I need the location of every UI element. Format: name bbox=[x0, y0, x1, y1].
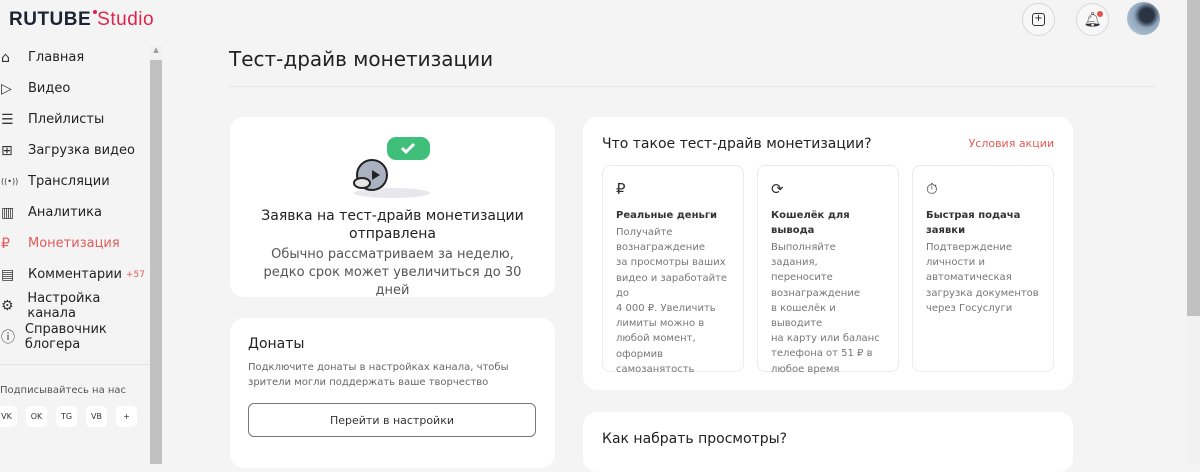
more-icon[interactable]: + bbox=[116, 406, 137, 427]
upload-button[interactable]: + bbox=[1022, 3, 1055, 36]
comments-count-badge: +57 bbox=[125, 269, 145, 280]
feature-title: Реальные деньги bbox=[616, 210, 718, 221]
sidebar-item-analytics[interactable]: ▥ Аналитика bbox=[0, 197, 150, 228]
video-icon: ▷ bbox=[1, 80, 12, 97]
go-to-settings-button[interactable]: Перейти в настройки bbox=[248, 403, 536, 437]
feature-text: Получайте вознаграждение за просмотры ва… bbox=[616, 227, 728, 375]
sidebar-item-label: Трансляции bbox=[28, 174, 110, 189]
promo-terms-link[interactable]: Условия акции bbox=[969, 137, 1054, 150]
donations-title: Донаты bbox=[248, 336, 305, 352]
feature-title: Кошелёк для вывода bbox=[771, 210, 850, 236]
sidebar-item-label: Плейлисты bbox=[28, 112, 105, 127]
list-icon: ☰ bbox=[1, 111, 14, 128]
donations-text: Подключите донаты в настройках канала, ч… bbox=[248, 362, 509, 388]
what-is-test-drive-card: Что такое тест-драйв монетизации? Услови… bbox=[583, 117, 1073, 390]
sidebar-item-label: Настройка канала bbox=[27, 290, 101, 321]
mascot-illustration bbox=[353, 137, 430, 198]
sidebar-scrollbar[interactable]: ▲ bbox=[150, 46, 162, 464]
notifications-button[interactable]: 🔔︎ bbox=[1076, 3, 1109, 36]
sidebar-item-label: Монетизация bbox=[28, 236, 120, 251]
title-divider bbox=[229, 86, 1155, 87]
sidebar-item-label: Видео bbox=[28, 81, 71, 96]
gear-icon: ⚙ bbox=[1, 297, 14, 314]
what-is-title: Что такое тест-драйв монетизации? bbox=[602, 136, 872, 152]
sidebar-item-streams[interactable]: ((•)) Трансляции bbox=[0, 166, 150, 197]
feature-card: ⟳ Кошелёк для вывода Выполняйте задания, п… bbox=[757, 165, 899, 375]
sidebar-item-comments[interactable]: ▤ Комментарии +57 bbox=[0, 259, 150, 290]
views-title: Как набрать просмотры? bbox=[602, 431, 788, 447]
sidebar-item-video[interactable]: ▷ Видео bbox=[0, 73, 150, 104]
rutube-studio-logo[interactable]: RUTUBE Studio bbox=[9, 9, 154, 31]
avatar[interactable] bbox=[1127, 2, 1160, 35]
feature-text: Подтверждение личности и автоматическая … bbox=[926, 242, 1039, 314]
page-scrollbar[interactable] bbox=[1187, 0, 1200, 316]
sidebar-item-blogger-guide[interactable]: ⓘ Справочник блогера bbox=[0, 321, 150, 352]
ruble-icon: ₽ bbox=[1, 235, 10, 252]
file-plus-icon: ⊞ bbox=[1, 142, 13, 159]
logo-text: RUTUBE bbox=[9, 9, 92, 30]
feature-card: ₽ Реальные деньги Получайте вознаграждение… bbox=[602, 165, 744, 375]
sidebar-item-label: Главная bbox=[28, 50, 85, 65]
logo-studio-text: Studio bbox=[97, 9, 155, 30]
scroll-up-arrow[interactable]: ▲ bbox=[150, 46, 162, 60]
info-icon: ⓘ bbox=[1, 329, 15, 346]
follow-label: Подписывайтесь на нас bbox=[0, 385, 127, 396]
sidebar: ⌂ Главная ▷ Видео ☰ Плейлисты ⊞ Загрузка видео (… bbox=[0, 42, 150, 427]
telegram-icon[interactable]: TG bbox=[56, 406, 77, 427]
sidebar-item-upload[interactable]: ⊞ Загрузка видео bbox=[0, 135, 150, 166]
ruble-circle-icon: ₽ bbox=[616, 180, 626, 198]
broadcast-icon: ((•)) bbox=[1, 177, 19, 186]
sidebar-item-playlists[interactable]: ☰ Плейлисты bbox=[0, 104, 150, 135]
wallet-refresh-icon: ⟳ bbox=[771, 180, 784, 198]
sidebar-item-monetization[interactable]: ₽ Монетизация bbox=[0, 228, 150, 259]
sidebar-item-label: Справочник блогера bbox=[24, 321, 107, 352]
feature-text: Выполняйте задания, переносите вознаграж… bbox=[771, 242, 880, 375]
donations-card: Донаты Подключите донаты в настройках ка… bbox=[230, 318, 555, 468]
vk-icon[interactable]: VK bbox=[0, 406, 17, 427]
ok-icon[interactable]: OK bbox=[26, 406, 47, 427]
sidebar-item-home[interactable]: ⌂ Главная bbox=[0, 42, 150, 73]
feature-card: ⏱ Быстрая подача заявки Подтверждение личн… bbox=[912, 165, 1054, 372]
plus-square-icon: + bbox=[1032, 13, 1045, 26]
how-to-get-views-card: Как набрать просмотры? bbox=[583, 412, 1073, 472]
sidebar-divider bbox=[0, 364, 150, 365]
sidebar-item-label: Аналитика bbox=[28, 205, 102, 220]
home-icon: ⌂ bbox=[1, 49, 10, 66]
sidebar-item-label: Загрузка видео bbox=[28, 143, 135, 158]
viber-icon[interactable]: VB bbox=[86, 406, 107, 427]
application-title: Заявка на тест-драйв монетизации отправл… bbox=[261, 208, 524, 242]
chart-icon: ▥ bbox=[1, 204, 15, 221]
comment-icon: ▤ bbox=[1, 266, 15, 283]
feature-title: Быстрая подача заявки bbox=[926, 210, 1021, 236]
bell-icon: 🔔︎ bbox=[1083, 10, 1104, 28]
application-subtitle: Обычно рассматриваем за неделю, редко ср… bbox=[263, 247, 522, 298]
stopwatch-icon: ⏱ bbox=[926, 180, 938, 198]
sidebar-item-channel-settings[interactable]: ⚙ Настройка канала bbox=[0, 290, 150, 321]
page-title: Тест-драйв монетизации bbox=[229, 47, 494, 71]
page-scrollbar-track[interactable] bbox=[1187, 316, 1200, 464]
sidebar-item-label: Комментарии bbox=[28, 267, 122, 282]
